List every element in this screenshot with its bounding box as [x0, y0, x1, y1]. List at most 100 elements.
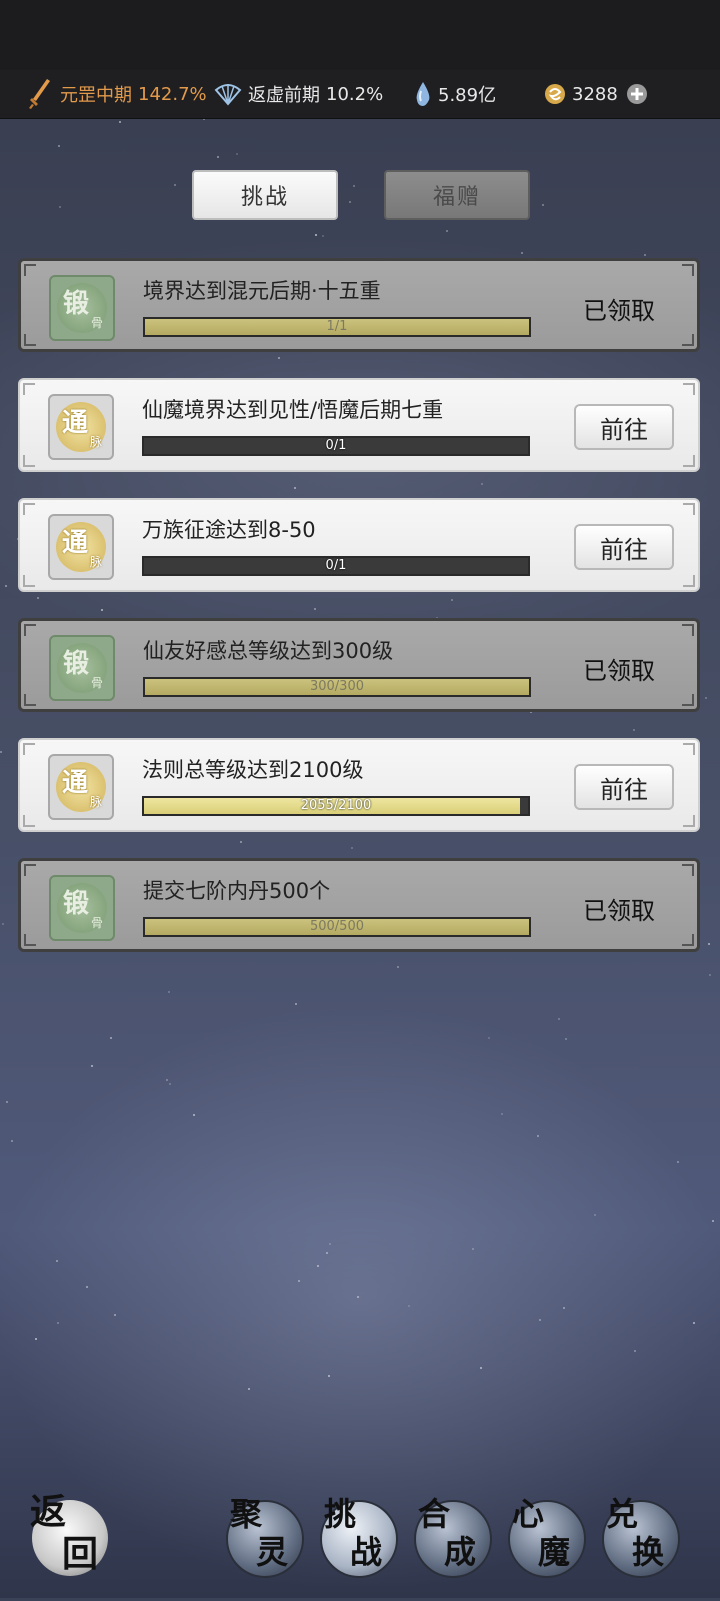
realm-secondary-name: 返虚前期 — [248, 85, 320, 106]
nav-label-1: 聚 — [230, 1495, 263, 1533]
currency-amount: 3288 — [572, 83, 618, 105]
reward-subglyph: 骨 — [90, 676, 103, 690]
progress-text: 500/500 — [309, 919, 364, 934]
task-progress-bar: 0/1 — [142, 556, 530, 576]
card-corner-ornament — [683, 743, 695, 755]
card-corner-ornament — [23, 575, 35, 587]
task-reward-icon[interactable]: 锻骨 — [49, 875, 115, 941]
currency-stat: 3288 — [544, 70, 654, 118]
task-reward-icon[interactable]: 通脉 — [48, 754, 114, 820]
card-corner-ornament — [23, 383, 35, 395]
card-corner-ornament — [24, 694, 36, 706]
task-progress-bar: 0/1 — [142, 436, 530, 456]
task-reward-icon[interactable]: 通脉 — [48, 514, 114, 580]
reward-glyph: 通 — [62, 408, 89, 438]
nav-label-2: 换 — [632, 1533, 665, 1571]
realm-secondary-stat[interactable]: 返虚前期 10.2% — [214, 70, 383, 118]
reward-subglyph: 脉 — [89, 435, 102, 449]
card-corner-ornament — [24, 334, 36, 346]
task-progress-bar: 500/500 — [143, 917, 531, 937]
go-button[interactable]: 前往 — [574, 764, 674, 810]
progress-text: 1/1 — [326, 319, 348, 334]
reward-glyph: 锻 — [63, 649, 90, 679]
spirit-stone-stat[interactable]: 5.89亿 — [414, 70, 496, 118]
progress-text: 2055/2100 — [300, 798, 372, 813]
realm-secondary-percent: 10.2% — [326, 83, 384, 105]
reward-glyph: 锻 — [63, 889, 90, 919]
back-label-2: 回 — [62, 1533, 99, 1575]
task-reward-icon[interactable]: 通脉 — [48, 394, 114, 460]
meridian-icon: 通脉 — [56, 402, 106, 452]
realm-main-stat[interactable]: 元罡中期 142.7% — [28, 70, 207, 118]
progress-text: 300/300 — [309, 679, 364, 694]
card-corner-ornament — [24, 934, 36, 946]
forge-bone-icon: 锻骨 — [57, 283, 107, 333]
task-card: 通脉 万族征途达到8-50 0/1 前往 — [18, 498, 700, 592]
card-corner-ornament — [683, 815, 695, 827]
reward-glyph: 锻 — [63, 289, 90, 319]
card-corner-ornament — [682, 624, 694, 636]
resource-status-bar: 元罡中期 142.7% 返虚前期 10.2% 5.89亿 3288 — [0, 70, 720, 119]
reward-glyph: 通 — [62, 768, 89, 798]
task-title: 仙魔境界达到见性/悟魔后期七重 — [142, 398, 444, 422]
card-corner-ornament — [23, 503, 35, 515]
task-title: 仙友好感总等级达到300级 — [143, 639, 394, 663]
reward-glyph: 通 — [62, 528, 89, 558]
tab-gifts[interactable]: 福赠 — [384, 170, 530, 220]
progress-text: 0/1 — [325, 558, 347, 573]
task-title: 万族征途达到8-50 — [142, 518, 316, 542]
card-corner-ornament — [683, 383, 695, 395]
progress-text: 0/1 — [325, 438, 347, 453]
tab-challenge[interactable]: 挑战 — [192, 170, 338, 220]
task-progress-bar: 2055/2100 — [142, 796, 530, 816]
nav-heart-demon[interactable]: 心 魔 — [508, 1495, 586, 1578]
nav-gather-spirit[interactable]: 聚 灵 — [226, 1495, 304, 1578]
nav-label-1: 挑 — [324, 1495, 357, 1533]
card-corner-ornament — [682, 694, 694, 706]
fan-icon — [214, 84, 242, 106]
card-corner-ornament — [23, 455, 35, 467]
task-title: 境界达到混元后期·十五重 — [143, 279, 381, 303]
card-corner-ornament — [682, 264, 694, 276]
nav-exchange[interactable]: 兑 换 — [602, 1495, 680, 1578]
reward-subglyph: 骨 — [90, 916, 103, 930]
card-corner-ornament — [23, 815, 35, 827]
reward-subglyph: 脉 — [89, 795, 102, 809]
plus-icon[interactable] — [626, 83, 648, 105]
card-corner-ornament — [24, 624, 36, 636]
nav-challenge[interactable]: 挑 战 — [320, 1495, 398, 1578]
task-reward-icon[interactable]: 锻骨 — [49, 275, 115, 341]
water-drop-icon — [416, 82, 430, 106]
card-corner-ornament — [682, 334, 694, 346]
task-card: 通脉 仙魔境界达到见性/悟魔后期七重 0/1 前往 — [18, 378, 700, 472]
card-corner-ornament — [683, 455, 695, 467]
jade-coin-icon — [545, 84, 565, 104]
nav-label-1: 兑 — [606, 1495, 639, 1533]
go-button[interactable]: 前往 — [574, 404, 674, 450]
back-button[interactable]: 返 回 — [30, 1494, 108, 1576]
reward-subglyph: 脉 — [89, 555, 102, 569]
nav-label-1: 心 — [512, 1495, 545, 1533]
realm-main-name: 元罡中期 — [60, 85, 132, 106]
card-corner-ornament — [682, 934, 694, 946]
back-label-1: 返 — [30, 1491, 67, 1533]
meridian-icon: 通脉 — [56, 522, 106, 572]
nav-label-2: 战 — [350, 1533, 383, 1571]
forge-bone-icon: 锻骨 — [57, 883, 107, 933]
task-card: 锻骨 境界达到混元后期·十五重 1/1 已领取 — [18, 258, 700, 352]
spirit-stone-amount: 5.89亿 — [438, 85, 497, 106]
go-button[interactable]: 前往 — [574, 524, 674, 570]
realm-main-percent: 142.7% — [138, 83, 207, 105]
nav-label-2: 魔 — [538, 1533, 571, 1571]
card-corner-ornament — [682, 864, 694, 876]
task-progress-bar: 1/1 — [143, 317, 531, 337]
task-progress-bar: 300/300 — [143, 677, 531, 697]
reward-subglyph: 骨 — [90, 316, 103, 330]
forge-bone-icon: 锻骨 — [57, 643, 107, 693]
task-title: 提交七阶内丹500个 — [143, 879, 331, 903]
task-reward-icon[interactable]: 锻骨 — [49, 635, 115, 701]
nav-label-1: 合 — [418, 1495, 451, 1533]
nav-synthesize[interactable]: 合 成 — [414, 1495, 492, 1578]
header-pattern — [0, 0, 720, 70]
task-card: 锻骨 仙友好感总等级达到300级 300/300 已领取 — [18, 618, 700, 712]
